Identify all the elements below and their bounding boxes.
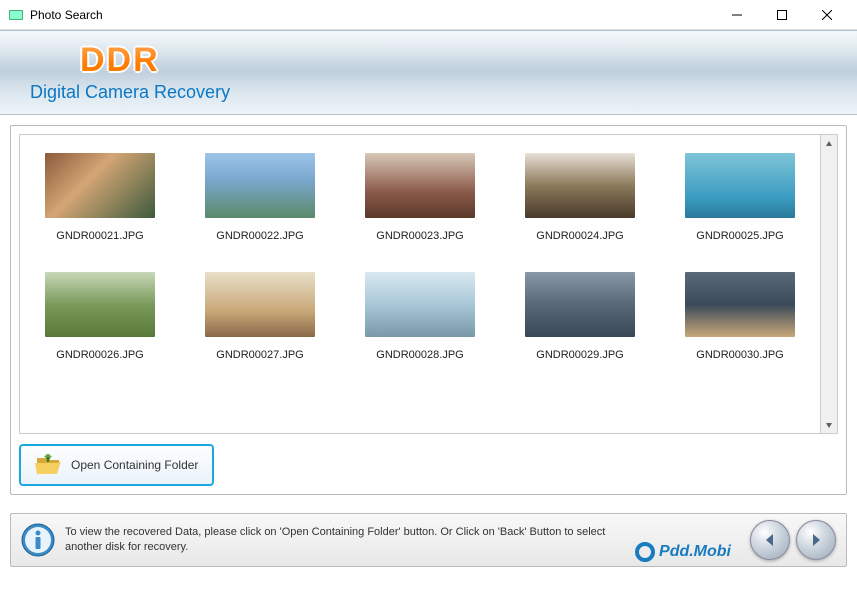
scrollbar[interactable]	[820, 135, 837, 433]
open-folder-label: Open Containing Folder	[71, 458, 198, 472]
thumbnail-filename: GNDR00021.JPG	[56, 230, 143, 242]
watermark-text: Pdd.Mobi	[659, 543, 731, 561]
window-title: Photo Search	[30, 8, 714, 22]
folder-open-icon	[35, 454, 61, 476]
thumbnail-image	[685, 153, 795, 218]
thumbnail-item[interactable]: GNDR00028.JPG	[350, 272, 490, 361]
thumbnail-image	[45, 272, 155, 337]
thumbnail-image	[525, 272, 635, 337]
thumbnail-filename: GNDR00030.JPG	[696, 349, 783, 361]
next-button[interactable]	[796, 520, 836, 560]
thumbnail-filename: GNDR00023.JPG	[376, 230, 463, 242]
scroll-down-icon[interactable]	[821, 416, 837, 433]
thumbnail-filename: GNDR00029.JPG	[536, 349, 623, 361]
minimize-button[interactable]	[714, 1, 759, 29]
thumbnail-filename: GNDR00026.JPG	[56, 349, 143, 361]
content-panel: GNDR00021.JPG GNDR00022.JPG GNDR00023.JP…	[10, 125, 847, 495]
thumbnail-image	[205, 272, 315, 337]
thumbnail-frame: GNDR00021.JPG GNDR00022.JPG GNDR00023.JP…	[19, 134, 838, 434]
thumbnail-image	[525, 153, 635, 218]
brand-subtitle: Digital Camera Recovery	[30, 82, 837, 103]
thumbnail-item[interactable]: GNDR00024.JPG	[510, 153, 650, 242]
thumbnail-image	[365, 153, 475, 218]
thumbnail-item[interactable]: GNDR00023.JPG	[350, 153, 490, 242]
close-button[interactable]	[804, 1, 849, 29]
thumbnail-grid: GNDR00021.JPG GNDR00022.JPG GNDR00023.JP…	[30, 153, 810, 361]
thumbnail-filename: GNDR00028.JPG	[376, 349, 463, 361]
thumbnail-image	[205, 153, 315, 218]
header-banner: DDR Digital Camera Recovery	[0, 30, 857, 115]
thumbnail-viewport: GNDR00021.JPG GNDR00022.JPG GNDR00023.JP…	[20, 135, 820, 433]
thumbnail-item[interactable]: GNDR00027.JPG	[190, 272, 330, 361]
scroll-up-icon[interactable]	[821, 135, 837, 152]
thumbnail-item[interactable]: GNDR00025.JPG	[670, 153, 810, 242]
thumbnail-image	[685, 272, 795, 337]
maximize-button[interactable]	[759, 1, 804, 29]
open-containing-folder-button[interactable]: Open Containing Folder	[19, 444, 214, 486]
thumbnail-filename: GNDR00022.JPG	[216, 230, 303, 242]
main-area: GNDR00021.JPG GNDR00022.JPG GNDR00023.JP…	[0, 115, 857, 505]
window-controls	[714, 1, 849, 29]
thumbnail-filename: GNDR00027.JPG	[216, 349, 303, 361]
thumbnail-item[interactable]: GNDR00026.JPG	[30, 272, 170, 361]
thumbnail-image	[45, 153, 155, 218]
thumbnail-filename: GNDR00025.JPG	[696, 230, 783, 242]
titlebar: Photo Search	[0, 0, 857, 30]
thumbnail-item[interactable]: GNDR00022.JPG	[190, 153, 330, 242]
watermark-ring-icon	[635, 542, 655, 562]
app-icon	[8, 7, 24, 23]
watermark: Pdd.Mobi	[635, 542, 731, 562]
thumbnail-item[interactable]: GNDR00030.JPG	[670, 272, 810, 361]
thumbnail-item[interactable]: GNDR00021.JPG	[30, 153, 170, 242]
thumbnail-item[interactable]: GNDR00029.JPG	[510, 272, 650, 361]
footer-bar: To view the recovered Data, please click…	[10, 513, 847, 567]
nav-buttons	[750, 520, 836, 560]
thumbnail-filename: GNDR00024.JPG	[536, 230, 623, 242]
info-icon	[21, 523, 55, 557]
scrollbar-track[interactable]	[821, 152, 837, 416]
back-button[interactable]	[750, 520, 790, 560]
brand-logo: DDR	[80, 41, 837, 80]
thumbnail-image	[365, 272, 475, 337]
